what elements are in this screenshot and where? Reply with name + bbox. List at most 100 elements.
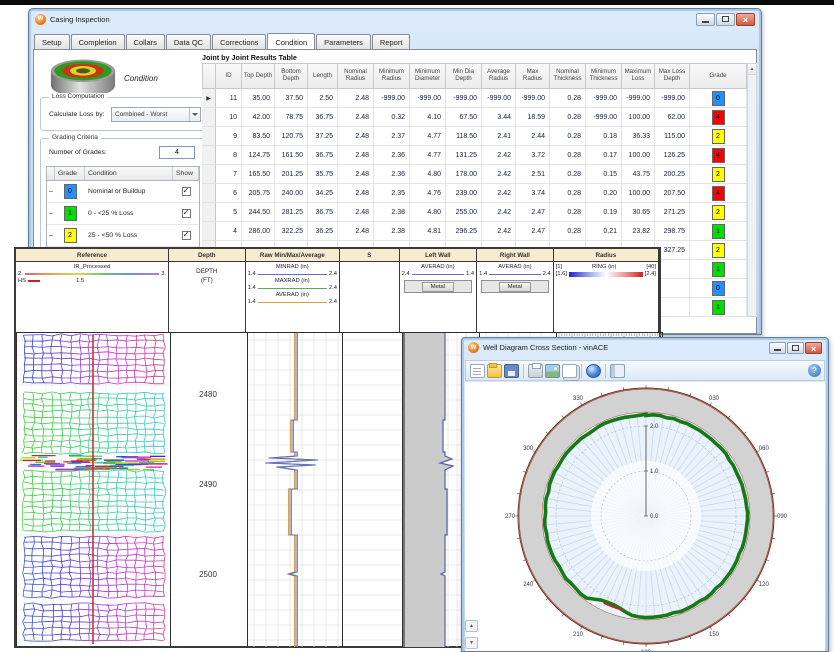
row-selector[interactable]: ▶ [202,89,216,108]
cell-grade: 2 [690,203,747,222]
depth-value: 2500 [199,570,217,579]
curve-name: AVERAD (in) [400,264,477,270]
table-row[interactable]: 4286.00322.2536.252.482.384.81296.252.42… [202,222,757,241]
curve-name: AVERAD (in) [246,292,339,298]
num-grades-input[interactable]: 4 [159,146,195,159]
calc-loss-combo[interactable]: Combined - Worst [111,107,201,122]
minimize-button[interactable] [696,13,715,26]
image-export-icon[interactable] [545,364,560,378]
open-folder-icon[interactable] [487,364,502,378]
grading-row[interactable]: 0Nominal or Buildup✓ [47,181,199,203]
cell-value: 0.28 [550,127,586,146]
table-scrollbar[interactable]: ▲ [747,63,757,317]
cell-value: 43.75 [622,165,655,184]
row-selector[interactable] [202,165,216,184]
tab-completion[interactable]: Completion [71,34,125,49]
maximize-button[interactable] [716,13,735,26]
cell-grade: 0 [690,89,747,108]
table-row[interactable]: 983.50120.7537.252.482.374.77118.502.412… [202,127,757,146]
results-col-header: Top Depth [242,63,275,89]
grading-row[interactable]: 225 - <50 % Loss✓ [47,225,199,247]
table-row[interactable]: ▶1135.0037.502.502.48-999.00-999.00-999.… [202,89,757,108]
angle-label: 000 [641,382,652,384]
table-row[interactable]: 5244.50281.2536.752.482.384.80255.002.42… [202,203,757,222]
close-button[interactable] [736,13,755,26]
row-selector[interactable] [202,222,216,241]
table-row[interactable]: 1042.0078.7536.752.480.324.1067.503.4418… [202,108,757,127]
globe-icon[interactable] [586,364,601,378]
main-titlebar[interactable]: Casing Inspection [29,9,761,29]
cell-value: 165.50 [242,165,275,184]
cell-value: 0.28 [550,165,586,184]
tab-report[interactable]: Report [372,34,411,49]
cell-id: 7 [216,165,242,184]
grading-row[interactable]: 10 - <25 % Loss✓ [47,203,199,225]
cell-value: 4.80 [410,203,446,222]
cell-value: 34.25 [308,184,338,203]
show-checkbox[interactable]: ✓ [182,209,191,218]
scroll-up-button[interactable]: ▲ [465,620,478,632]
show-checkbox[interactable]: ✓ [182,231,191,240]
cell-value: 201.25 [275,165,308,184]
cell-value: 131.25 [446,146,482,165]
check-icon: ✓ [183,209,190,217]
cell-value: 281.25 [275,203,308,222]
metal-fill-legend: Metal [404,280,473,293]
copy-icon[interactable] [562,364,577,378]
grade-chip: 4 [712,110,725,125]
cell-value: 3.44 [482,108,516,127]
cell-value: 2.36 [374,165,410,184]
tab-parameters[interactable]: Parameters [316,34,371,49]
cell-value: 4.80 [410,165,446,184]
tab-collars[interactable]: Collars [126,34,165,49]
track-header: Left Wall [400,249,478,262]
table-row[interactable]: 7165.50201.2535.752.482.364.80178.002.42… [202,165,757,184]
depth-label: DEPTH [169,268,245,275]
radial-tick-label: 0.0 [650,514,659,520]
tab-data-qc[interactable]: Data QC [166,34,211,49]
cell-value: -999.00 [586,89,622,108]
help-icon[interactable] [808,364,821,377]
maximize-button[interactable] [787,342,804,354]
grade-chip: 1 [64,206,77,221]
track-legend: AVERAD (in)1.42.4Metal [477,262,554,332]
close-button[interactable] [805,342,822,354]
cell-id: 9 [216,127,242,146]
save-icon[interactable] [504,364,519,378]
new-icon[interactable] [470,364,485,378]
row-selector[interactable] [202,184,216,203]
cell-grade: 1 [690,260,747,279]
cell-value: 298.75 [655,222,690,241]
cell-value: 0.28 [550,222,586,241]
cross-window-title: Well Diagram Cross Section - vinACE [483,343,608,352]
cell-value: 207.50 [655,184,690,203]
row-selector[interactable] [202,203,216,222]
angle-label: 030 [709,396,720,402]
row-selector[interactable] [202,108,216,127]
cell-grade: 4 [690,108,747,127]
scroll-down-button[interactable]: ▼ [465,637,478,649]
panel-view-icon[interactable] [610,364,625,378]
row-selector[interactable] [202,146,216,165]
minimize-button[interactable] [769,342,786,354]
results-col-header: Maximum Loss [622,63,655,89]
cell-value: 239.00 [446,184,482,203]
row-selector[interactable] [202,127,216,146]
cell-value: 0.28 [550,203,586,222]
cell-grade: 4 [690,184,747,203]
cross-titlebar[interactable]: Well Diagram Cross Section - vinACE [462,338,828,357]
metal-label: Metal [422,282,454,292]
grade-chip: 2 [64,228,77,243]
scroll-up-icon[interactable]: ▲ [748,64,756,75]
print-icon[interactable] [528,364,543,378]
cell-value: 205.75 [242,184,275,203]
tab-condition[interactable]: Condition [267,33,315,49]
show-checkbox[interactable]: ✓ [182,187,191,196]
app-logo-icon [468,342,479,353]
tab-corrections[interactable]: Corrections [212,34,266,49]
results-col-header: Average Radius [482,63,516,89]
cell-value: 0.21 [586,222,622,241]
tab-setup[interactable]: Setup [34,34,70,49]
table-row[interactable]: 8124.75161.5036.752.482.364.77131.252.42… [202,146,757,165]
table-row[interactable]: 6205.75240.0034.252.482.354.76239.002.42… [202,184,757,203]
